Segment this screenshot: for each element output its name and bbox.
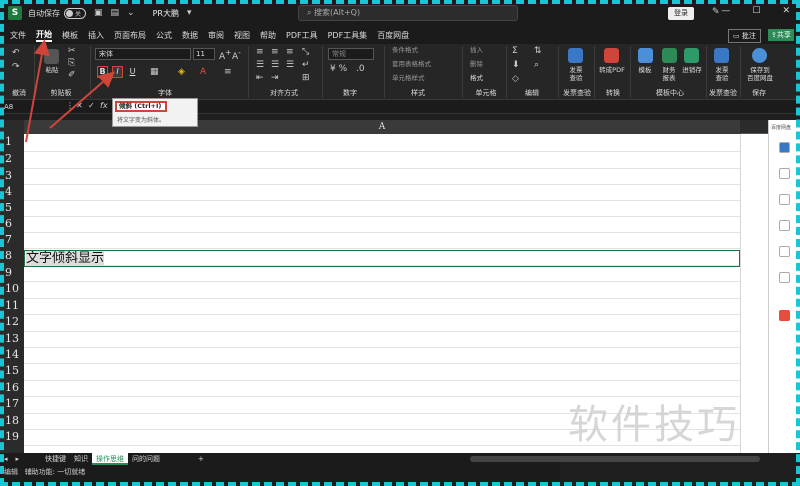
arrow-to-italic-button	[49, 71, 116, 129]
annotation-arrows	[25, 39, 116, 143]
arrow-to-home-tab	[25, 39, 50, 143]
